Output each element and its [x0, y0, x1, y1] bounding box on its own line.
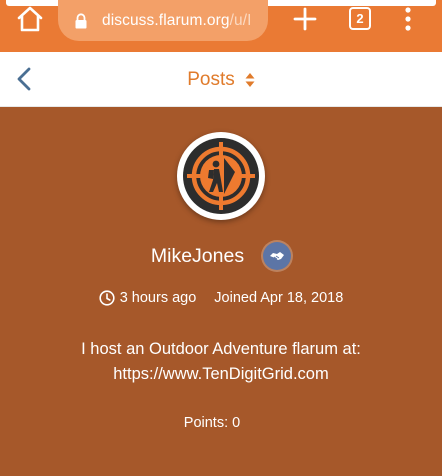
- tab-count: 2: [356, 11, 364, 26]
- sort-icon: [245, 72, 255, 87]
- user-bio: I host an Outdoor Adventure flarum at: h…: [0, 337, 442, 387]
- url-bar[interactable]: discuss.flarum.org/u/I: [58, 0, 268, 41]
- last-seen: 3 hours ago: [119, 290, 197, 306]
- user-hero: MikeJones 3 hours ago Joined Apr 18, 201…: [0, 107, 442, 476]
- hiker-compass-logo: [183, 138, 259, 214]
- username: MikeJones: [150, 244, 245, 267]
- user-points: Points: 0: [183, 415, 241, 431]
- url-domain: discuss.flarum.org: [102, 11, 230, 29]
- home-icon[interactable]: [14, 6, 46, 32]
- tabs-button[interactable]: 2: [349, 7, 371, 30]
- user-meta: 3 hours ago Joined Apr 18, 2018: [0, 290, 442, 306]
- url-text: discuss.flarum.org/u/I: [102, 12, 252, 30]
- username-row: MikeJones: [0, 242, 442, 270]
- browser-toolbar: discuss.flarum.org/u/I 2: [0, 0, 442, 52]
- handshake-icon: [270, 252, 285, 260]
- lock-icon: [75, 12, 87, 28]
- posts-dropdown[interactable]: Posts: [0, 52, 442, 107]
- avatar[interactable]: [177, 132, 265, 220]
- page-title: Posts: [187, 68, 235, 90]
- user-badge: [263, 242, 292, 270]
- joined-date: Joined Apr 18, 2018: [214, 290, 344, 306]
- url-path: /u/I: [229, 11, 252, 29]
- bio-link[interactable]: https://www.TenDigitGrid.com: [0, 362, 442, 387]
- plus-icon[interactable]: [292, 6, 318, 32]
- more-vert-icon[interactable]: [401, 6, 415, 32]
- app-header: Posts: [0, 52, 442, 107]
- bio-line: I host an Outdoor Adventure flarum at:: [81, 340, 361, 358]
- clock-icon: [99, 290, 115, 306]
